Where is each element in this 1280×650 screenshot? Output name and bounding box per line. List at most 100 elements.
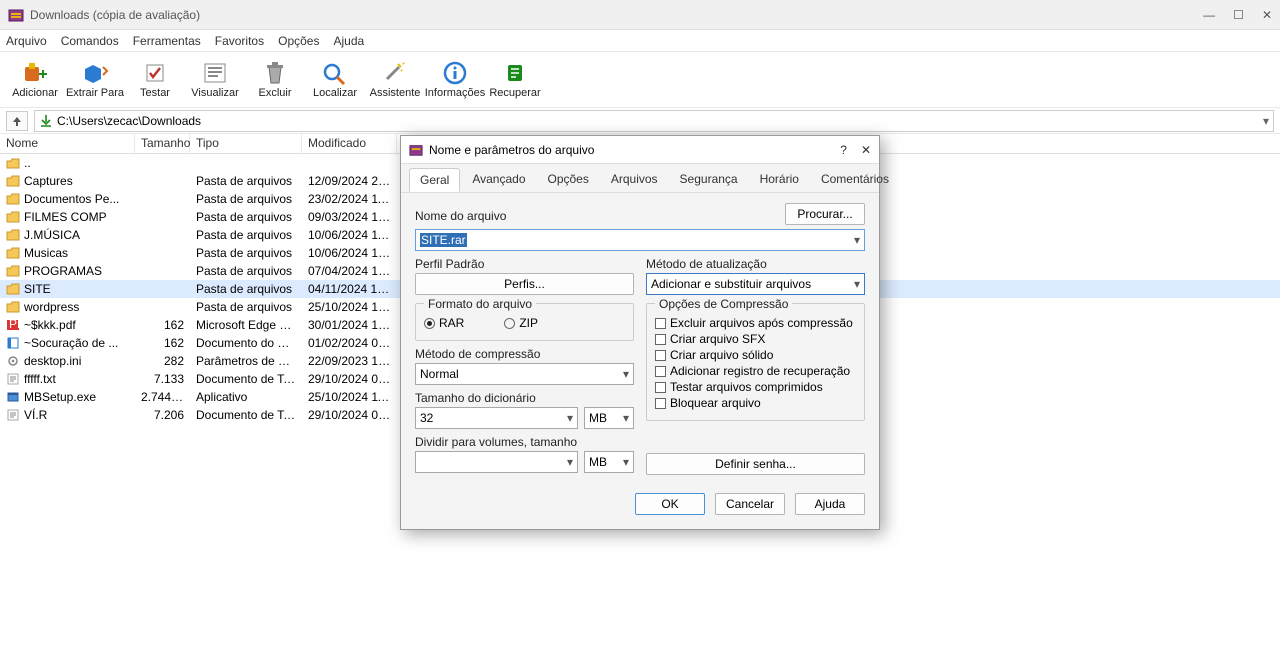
dialog-help-icon[interactable]: ? <box>840 143 847 157</box>
comp-method-select[interactable]: Normal▾ <box>415 363 634 385</box>
menu-opções[interactable]: Opções <box>278 34 319 48</box>
check-3[interactable]: Adicionar registro de recuperação <box>655 364 856 378</box>
path-input[interactable]: C:\Users\zecac\Downloads ▾ <box>34 110 1274 132</box>
toolbar: AdicionarExtrair ParaTestarVisualizarExc… <box>0 52 1280 108</box>
format-fieldset: Formato do arquivo RAR ZIP <box>415 303 634 341</box>
filename-dropdown-icon[interactable]: ▾ <box>854 233 860 247</box>
check-0[interactable]: Excluir arquivos após compressão <box>655 316 856 330</box>
doc-icon <box>6 337 20 349</box>
folder-icon <box>6 265 20 277</box>
info-icon <box>441 61 469 85</box>
split-label: Dividir para volumes, tamanho <box>415 435 634 449</box>
menu-arquivo[interactable]: Arquivo <box>6 34 47 48</box>
menu-favoritos[interactable]: Favoritos <box>215 34 264 48</box>
split-select[interactable]: ▾ <box>415 451 578 473</box>
view-icon <box>201 61 229 85</box>
split-unit-select[interactable]: MB▾ <box>584 451 634 473</box>
col-tamanho[interactable]: Tamanho <box>135 134 190 153</box>
dialog-titlebar: Nome e parâmetros do arquivo ? ✕ <box>401 136 879 164</box>
upd-select[interactable]: Adicionar e substituir arquivos▾ <box>646 273 865 295</box>
browse-button[interactable]: Procurar... <box>785 203 865 225</box>
cancel-button[interactable]: Cancelar <box>715 493 785 515</box>
menu-ajuda[interactable]: Ajuda <box>333 34 364 48</box>
minimize-button[interactable]: — <box>1203 8 1215 22</box>
titlebar: Downloads (cópia de avaliação) — ☐ ✕ <box>0 0 1280 30</box>
folder-icon <box>6 283 20 295</box>
toolbar-wizard[interactable]: Assistente <box>366 54 424 106</box>
txt-icon <box>6 373 20 385</box>
exe-icon <box>6 391 20 403</box>
dialog-tabs: GeralAvançadoOpçõesArquivosSegurançaHorá… <box>401 164 879 193</box>
check-5[interactable]: Bloquear arquivo <box>655 396 856 410</box>
txt-icon <box>6 409 20 421</box>
upd-label: Método de atualização <box>646 257 865 271</box>
ok-button[interactable]: OK <box>635 493 705 515</box>
comp-options-fieldset: Opções de Compressão Excluir arquivos ap… <box>646 303 865 421</box>
filename-input[interactable]: SITE.rar ▾ <box>415 229 865 251</box>
radio-rar[interactable]: RAR <box>424 316 464 330</box>
up-button[interactable] <box>6 111 28 131</box>
format-legend: Formato do arquivo <box>424 297 536 311</box>
dict-label: Tamanho do dicionário <box>415 391 634 405</box>
comp-options-legend: Opções de Compressão <box>655 297 792 311</box>
path-dropdown-icon[interactable]: ▾ <box>1255 114 1269 128</box>
menubar: Arquivo Comandos Ferramentas Favoritos Opçõe… <box>0 30 1280 52</box>
close-button[interactable]: ✕ <box>1262 8 1272 22</box>
col-tipo[interactable]: Tipo <box>190 134 302 153</box>
toolbar-view[interactable]: Visualizar <box>186 54 244 106</box>
dialog-close-icon[interactable]: ✕ <box>861 143 871 157</box>
check-1[interactable]: Criar arquivo SFX <box>655 332 856 346</box>
archive-dialog: Nome e parâmetros do arquivo ? ✕ GeralAv… <box>400 135 880 530</box>
repair-icon <box>501 61 529 85</box>
comp-method-label: Método de compressão <box>415 347 634 361</box>
toolbar-find[interactable]: Localizar <box>306 54 364 106</box>
folder-icon <box>6 229 20 241</box>
tab-segurança[interactable]: Segurança <box>670 168 748 192</box>
toolbar-extract[interactable]: Extrair Para <box>66 54 124 106</box>
dict-unit-select[interactable]: MB▾ <box>584 407 634 429</box>
tab-avançado[interactable]: Avançado <box>462 168 535 192</box>
path-text: C:\Users\zecac\Downloads <box>57 114 1255 128</box>
find-icon <box>321 61 349 85</box>
radio-zip[interactable]: ZIP <box>504 316 538 330</box>
extract-icon <box>81 61 109 85</box>
maximize-button[interactable]: ☐ <box>1233 8 1244 22</box>
tab-arquivos[interactable]: Arquivos <box>601 168 668 192</box>
profile-label: Perfil Padrão <box>415 257 634 271</box>
col-modificado[interactable]: Modificado <box>302 134 397 153</box>
check-4[interactable]: Testar arquivos comprimidos <box>655 380 856 394</box>
toolbar-add[interactable]: Adicionar <box>6 54 64 106</box>
folder-icon <box>6 211 20 223</box>
dialog-title: Nome e parâmetros do arquivo <box>429 143 840 157</box>
tab-horário[interactable]: Horário <box>750 168 809 192</box>
folder-icon <box>6 301 20 313</box>
toolbar-delete[interactable]: Excluir <box>246 54 304 106</box>
tab-comentários[interactable]: Comentários <box>811 168 899 192</box>
delete-icon <box>261 61 289 85</box>
col-nome[interactable]: Nome <box>0 134 135 153</box>
pdf-icon: PDF <box>6 319 20 331</box>
profiles-button[interactable]: Perfis... <box>415 273 634 295</box>
pathbar: C:\Users\zecac\Downloads ▾ <box>0 108 1280 134</box>
dialog-icon <box>409 143 423 157</box>
check-2[interactable]: Criar arquivo sólido <box>655 348 856 362</box>
toolbar-info[interactable]: Informações <box>426 54 484 106</box>
dict-select[interactable]: 32▾ <box>415 407 578 429</box>
tab-opções[interactable]: Opções <box>538 168 599 192</box>
tab-geral[interactable]: Geral <box>409 168 460 192</box>
menu-ferramentas[interactable]: Ferramentas <box>133 34 201 48</box>
menu-comandos[interactable]: Comandos <box>61 34 119 48</box>
svg-text:PDF: PDF <box>9 319 20 331</box>
help-button[interactable]: Ajuda <box>795 493 865 515</box>
test-icon <box>141 61 169 85</box>
toolbar-test[interactable]: Testar <box>126 54 184 106</box>
toolbar-repair[interactable]: Recuperar <box>486 54 544 106</box>
up-icon <box>6 157 20 169</box>
folder-icon <box>6 193 20 205</box>
wizard-icon <box>381 61 409 85</box>
window-title: Downloads (cópia de avaliação) <box>30 8 1203 22</box>
add-icon <box>21 61 49 85</box>
set-password-button[interactable]: Definir senha... <box>646 453 865 475</box>
download-arrow-icon <box>39 114 53 128</box>
ini-icon <box>6 355 20 367</box>
